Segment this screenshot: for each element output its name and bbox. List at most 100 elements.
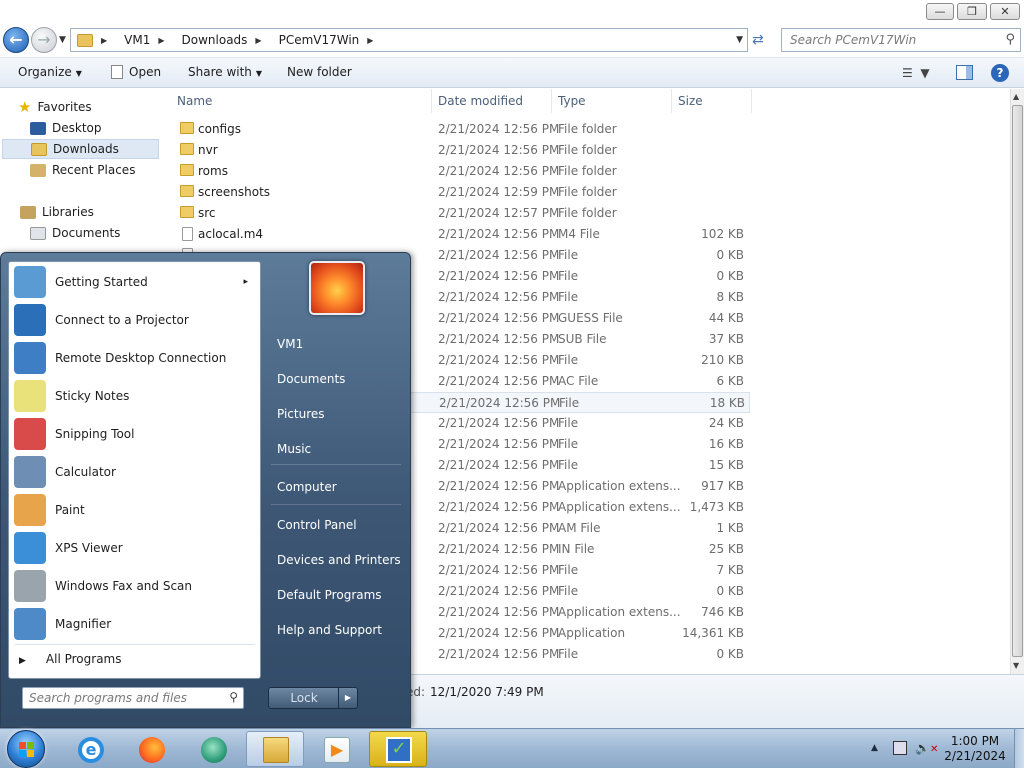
file-date: 2/21/2024 12:56 PM	[438, 416, 560, 430]
start-search-input[interactable]: Search programs and files ⚲	[22, 687, 244, 709]
file-row[interactable]: configs 2/21/2024 12:56 PM File folder	[160, 119, 750, 140]
start-right-item[interactable]: Pictures	[277, 407, 325, 421]
breadcrumb-vm1[interactable]: VM1	[124, 33, 150, 47]
start-right-item[interactable]: Music	[277, 442, 311, 456]
start-right-item[interactable]: Default Programs	[277, 588, 382, 602]
start-program-item[interactable]: Calculator	[11, 454, 258, 490]
nav-downloads[interactable]: Downloads	[2, 139, 159, 159]
start-program-item[interactable]: XPS Viewer	[11, 530, 258, 566]
internet-explorer-icon: e	[78, 737, 104, 763]
start-program-item[interactable]: Connect to a Projector	[11, 302, 258, 338]
column-header-size[interactable]: Size	[672, 89, 752, 113]
open-button[interactable]: Open	[111, 65, 161, 79]
help-icon[interactable]: ?	[991, 64, 1009, 82]
volume-muted-icon[interactable]: 🔈✕	[915, 741, 938, 755]
start-program-item[interactable]: Paint	[11, 492, 258, 528]
file-date: 2/21/2024 12:56 PM	[438, 269, 560, 283]
chat-bubble-icon	[201, 737, 227, 763]
organize-button[interactable]: Organize ▼	[18, 65, 82, 79]
start-right-item[interactable]: Control Panel	[277, 518, 357, 532]
start-right-item[interactable]: Computer	[277, 480, 337, 494]
refresh-icon[interactable]: ⇄	[752, 32, 764, 48]
taskbar-firefox[interactable]	[122, 731, 180, 767]
start-program-item[interactable]: Snipping Tool	[11, 416, 258, 452]
file-date: 2/21/2024 12:56 PM	[438, 122, 560, 136]
file-type: File folder	[558, 122, 617, 136]
user-picture-avatar[interactable]	[309, 261, 365, 315]
show-desktop-button[interactable]	[1014, 729, 1024, 768]
column-header-date[interactable]: Date modified	[432, 89, 552, 113]
file-row[interactable]: nvr 2/21/2024 12:56 PM File folder	[160, 140, 750, 161]
shutdown-options-arrow-icon[interactable]: ▶	[338, 687, 358, 709]
share-with-button[interactable]: Share with ▼	[188, 65, 262, 79]
forward-button[interactable]: →	[31, 27, 57, 53]
address-dropdown-icon[interactable]: ▼	[736, 35, 743, 45]
file-size: 15 KB	[708, 458, 744, 472]
taskbar-windows-explorer[interactable]	[246, 731, 304, 767]
taskbar-media-player[interactable]: ▶	[307, 731, 365, 767]
recent-pages-dropdown[interactable]: ▼	[59, 35, 66, 45]
sticky-notes-icon	[14, 380, 46, 412]
taskbar-pcem-app[interactable]: ✓	[369, 731, 427, 767]
file-date: 2/21/2024 12:56 PM	[438, 458, 560, 472]
breadcrumb-arrow[interactable]: ▶	[158, 36, 173, 45]
start-program-item[interactable]: Windows Fax and Scan	[11, 568, 258, 604]
file-size: 0 KB	[716, 248, 744, 262]
scroll-up-icon[interactable]: ▲	[1013, 92, 1019, 101]
start-program-item[interactable]: Sticky Notes	[11, 378, 258, 414]
breadcrumb-pcemv17win[interactable]: PCemV17Win	[279, 33, 360, 47]
start-right-item[interactable]: Devices and Printers	[277, 553, 401, 567]
start-program-item[interactable]: Remote Desktop Connection	[11, 340, 258, 376]
start-program-item[interactable]: Getting Started ▸	[11, 264, 258, 300]
close-button[interactable]: ✕	[990, 3, 1020, 20]
folder-icon	[180, 206, 194, 218]
breadcrumb-root-arrow[interactable]: ▶	[101, 36, 116, 45]
preview-pane-icon[interactable]	[956, 65, 973, 80]
address-box[interactable]: ▶ VM1 ▶ Downloads ▶ PCemV17Win ▶ ▼	[70, 28, 748, 52]
scroll-down-icon[interactable]: ▼	[1013, 661, 1019, 670]
search-icon[interactable]: ⚲	[229, 690, 238, 704]
clock-date: 2/21/2024	[944, 749, 1006, 763]
file-row[interactable]: roms 2/21/2024 12:56 PM File folder	[160, 161, 750, 182]
taskbar-internet-explorer[interactable]: e	[61, 731, 119, 767]
all-programs-button[interactable]: ▶ All Programs	[19, 652, 122, 666]
file-size: 6 KB	[716, 374, 744, 388]
nav-recent-places[interactable]: Recent Places	[30, 160, 157, 180]
breadcrumb-downloads[interactable]: Downloads	[182, 33, 248, 47]
start-right-item[interactable]: Help and Support	[277, 623, 382, 637]
breadcrumb-arrow[interactable]: ▶	[255, 36, 270, 45]
network-icon[interactable]	[893, 741, 907, 755]
lock-button[interactable]: Lock	[268, 687, 340, 709]
new-folder-button[interactable]: New folder	[287, 65, 352, 79]
file-row[interactable]: aclocal.m4 2/21/2024 12:56 PM M4 File 102 K…	[160, 224, 750, 245]
search-input[interactable]: Search PCemV17Win ⚲	[781, 28, 1021, 52]
nav-documents[interactable]: Documents	[30, 223, 157, 243]
folder-icon	[180, 164, 194, 176]
breadcrumb-arrow[interactable]: ▶	[367, 36, 382, 45]
nav-libraries[interactable]: Libraries	[20, 202, 157, 222]
start-program-item[interactable]: Magnifier	[11, 606, 258, 642]
minimize-button[interactable]: —	[926, 3, 954, 20]
search-icon[interactable]: ⚲	[1005, 32, 1015, 47]
start-right-item[interactable]: VM1	[277, 337, 303, 351]
nav-desktop[interactable]: Desktop	[30, 118, 157, 138]
back-button[interactable]: ←	[3, 27, 29, 53]
taskbar-chat-app[interactable]	[184, 731, 242, 767]
column-header-name[interactable]: Name	[171, 89, 432, 113]
start-button[interactable]	[7, 730, 45, 768]
change-view-icon[interactable]: ☰ ▼	[902, 66, 930, 80]
file-row[interactable]: src 2/21/2024 12:57 PM File folder	[160, 203, 750, 224]
program-label: Magnifier	[55, 617, 112, 631]
scrollbar-thumb[interactable]	[1012, 105, 1023, 657]
vertical-scrollbar[interactable]: ▲ ▼	[1010, 89, 1024, 674]
system-clock[interactable]: 1:00 PM 2/21/2024	[940, 734, 1010, 764]
column-header-type[interactable]: Type	[552, 89, 672, 113]
nav-favorites[interactable]: ★ Favorites	[18, 97, 175, 117]
show-hidden-icons-arrow[interactable]: ▲	[871, 743, 878, 753]
start-right-item[interactable]: Documents	[277, 372, 345, 386]
desktop-icon	[30, 121, 46, 135]
restore-button[interactable]: ❐	[957, 3, 987, 20]
program-label: Calculator	[55, 465, 116, 479]
file-row[interactable]: screenshots 2/21/2024 12:59 PM File folder	[160, 182, 750, 203]
file-type: File	[558, 563, 579, 577]
